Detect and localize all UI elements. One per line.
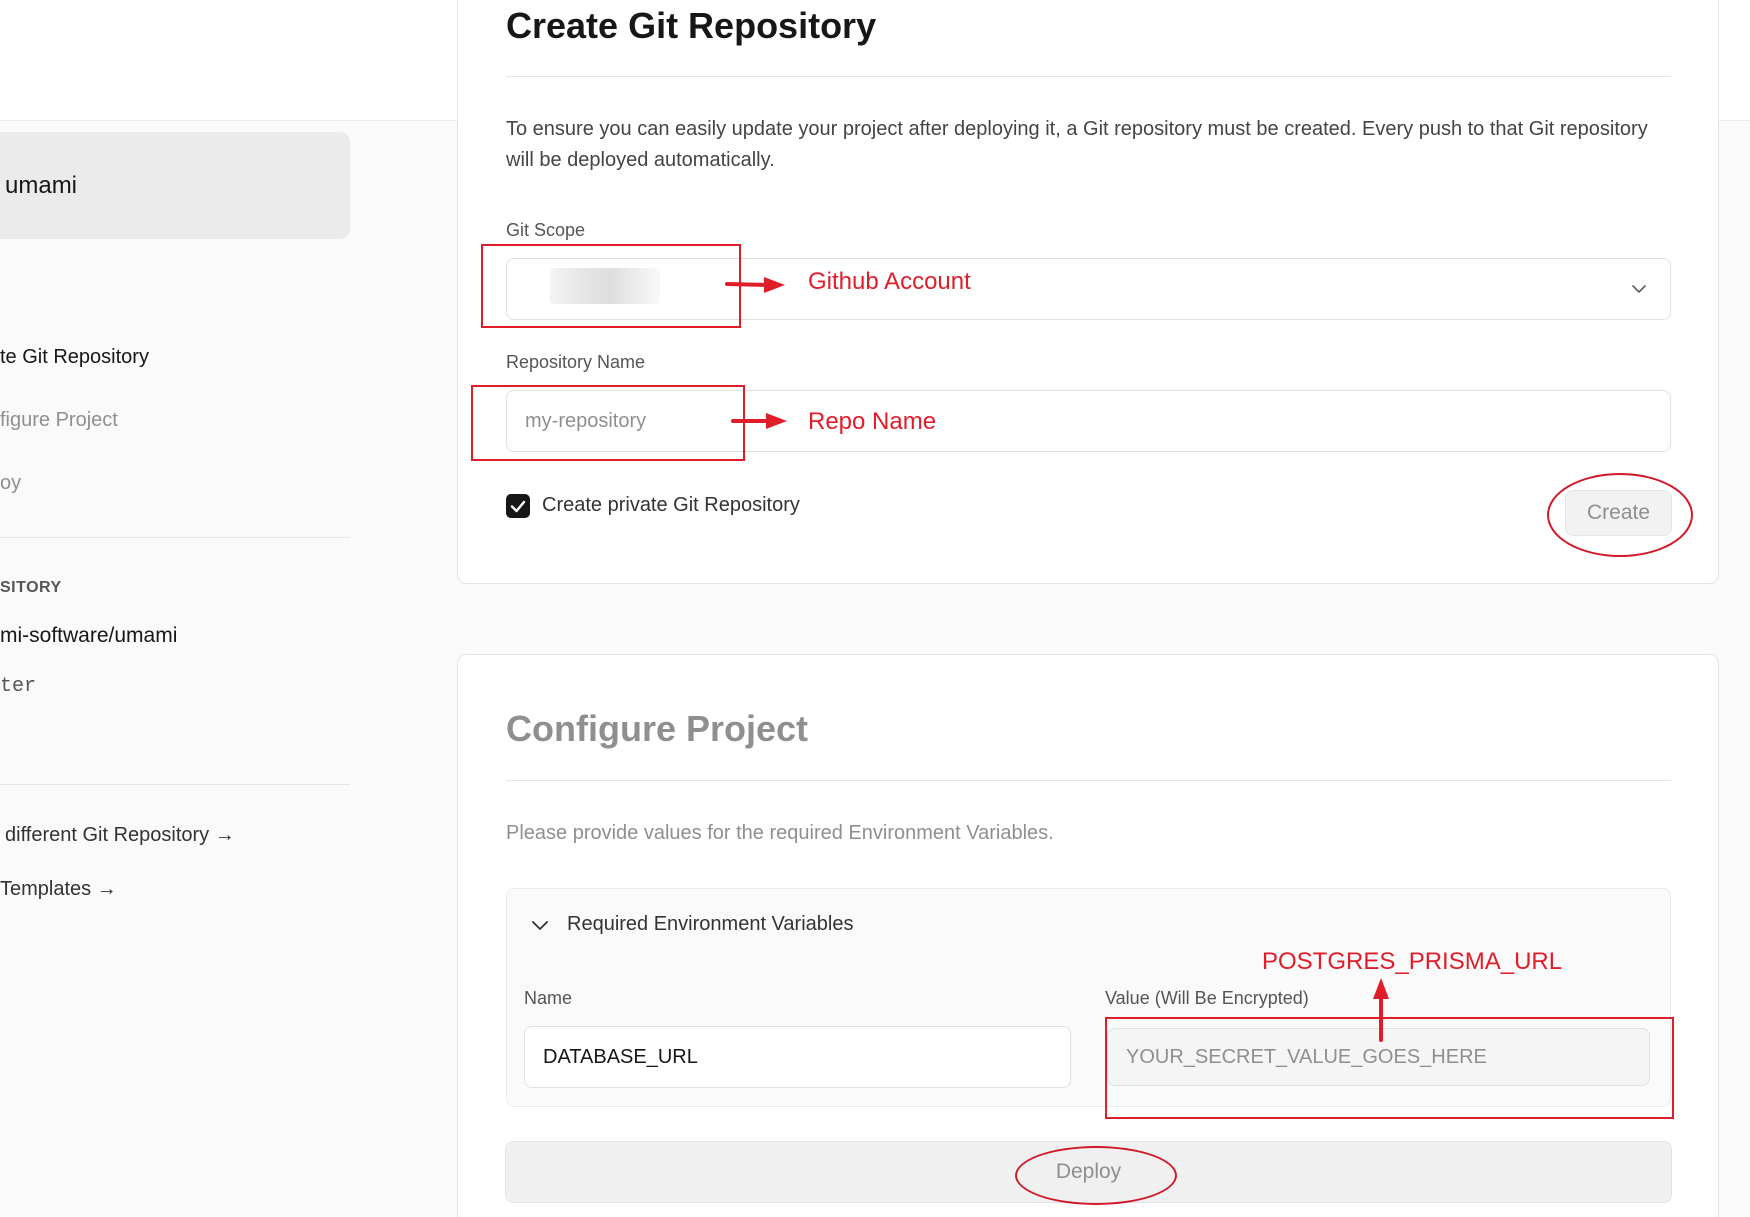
annotation-repo-name: Repo Name [808,408,937,435]
annotation-github-account: Github Account [808,268,971,295]
annotation-arrows [725,277,1389,1042]
annotation-postgres-url: POSTGRES_PRISMA_URL [1262,948,1563,975]
